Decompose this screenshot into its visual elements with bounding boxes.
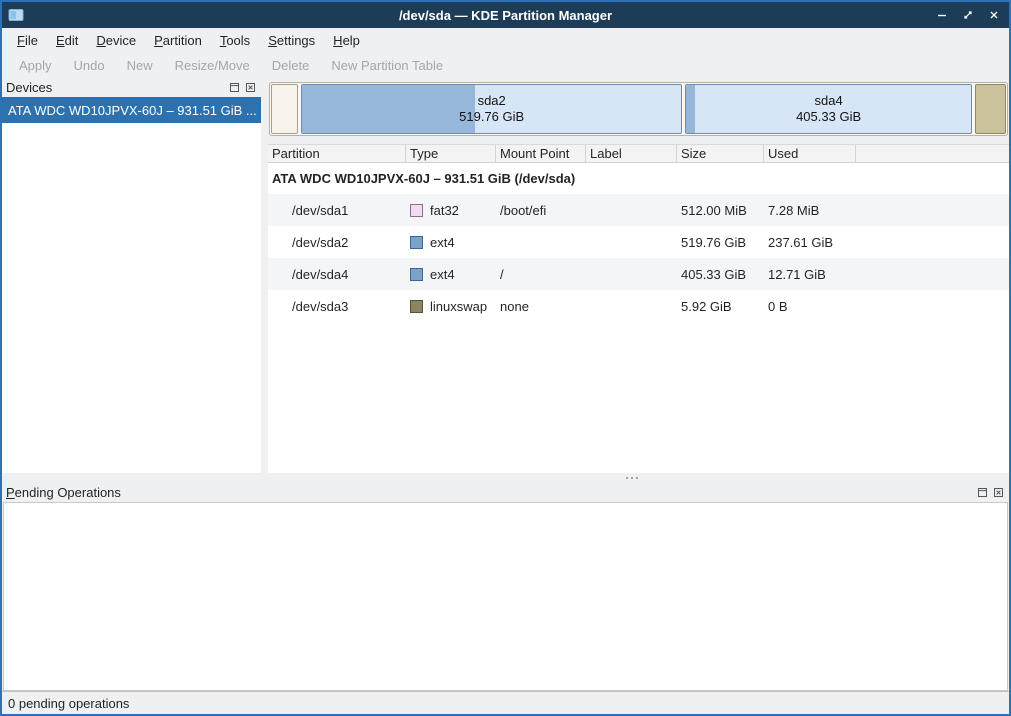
column-header-size[interactable]: Size xyxy=(677,145,764,162)
cell-partition: /dev/sda4 xyxy=(268,267,406,282)
pending-panel-buttons xyxy=(976,486,1005,499)
column-header-label[interactable]: Label xyxy=(586,145,677,162)
horizontal-splitter[interactable] xyxy=(2,473,1009,483)
column-header-filler xyxy=(856,145,1009,162)
devices-panel-header: Devices xyxy=(2,78,261,97)
fstype-swatch-icon xyxy=(410,268,423,281)
new-partition-table-button[interactable]: New Partition Table xyxy=(320,54,454,77)
pending-panel-title: Pending Operations xyxy=(6,485,121,500)
float-panel-icon[interactable] xyxy=(976,486,989,499)
pending-operations-list xyxy=(3,502,1008,691)
devices-panel-buttons xyxy=(228,81,257,94)
apply-button[interactable]: Apply xyxy=(8,54,63,77)
cell-size: 5.92 GiB xyxy=(677,299,764,314)
segment-label: sda4 405.33 GiB xyxy=(686,85,971,133)
fstype-swatch-icon xyxy=(410,204,423,217)
column-header-mount-point[interactable]: Mount Point xyxy=(496,145,586,162)
menubar: File Edit Device Partition Tools Setting… xyxy=(2,28,1009,52)
cell-mount-point: /boot/efi xyxy=(496,203,586,218)
table-row[interactable]: /dev/sda4 ext4 / 405.33 GiB 12.71 GiB xyxy=(268,258,1009,290)
devices-panel: Devices ATA WDC WD10JPVX-60J – 931.51 Gi… xyxy=(2,78,261,473)
cell-used: 7.28 MiB xyxy=(764,203,856,218)
minimize-button[interactable] xyxy=(933,6,951,24)
close-button[interactable] xyxy=(985,6,1003,24)
partition-segment-sda3[interactable] xyxy=(975,84,1006,134)
cell-used: 0 B xyxy=(764,299,856,314)
fstype-swatch-icon xyxy=(410,236,423,249)
cell-used: 12.71 GiB xyxy=(764,267,856,282)
table-row[interactable]: /dev/sda2 ext4 519.76 GiB 237.61 GiB xyxy=(268,226,1009,258)
fstype-text: linuxswap xyxy=(430,299,487,314)
menu-partition[interactable]: Partition xyxy=(145,30,211,51)
toolbar: Apply Undo New Resize/Move Delete New Pa… xyxy=(2,52,1009,78)
cell-type: linuxswap xyxy=(406,299,496,314)
cell-size: 512.00 MiB xyxy=(677,203,764,218)
window-controls xyxy=(933,6,1003,24)
used-space-fill xyxy=(976,85,1005,133)
app-icon[interactable] xyxy=(8,7,24,23)
new-partition-button[interactable]: New xyxy=(116,54,164,77)
vertical-splitter[interactable] xyxy=(261,78,268,473)
cell-mount-point: none xyxy=(496,299,586,314)
menu-edit[interactable]: Edit xyxy=(47,30,87,51)
content-area: sda2 519.76 GiB sda4 405.33 GiB xyxy=(268,78,1009,473)
splitter-handle-icon xyxy=(626,477,628,479)
menu-device[interactable]: Device xyxy=(87,30,145,51)
devices-panel-title: Devices xyxy=(6,80,52,95)
cell-used: 237.61 GiB xyxy=(764,235,856,250)
device-group-row[interactable]: ATA WDC WD10JPVX-60J – 931.51 GiB (/dev/… xyxy=(268,163,1009,194)
used-space-fill xyxy=(302,85,475,133)
table-header: Partition Type Mount Point Label Size Us… xyxy=(268,144,1009,163)
column-header-type[interactable]: Type xyxy=(406,145,496,162)
resize-move-button[interactable]: Resize/Move xyxy=(164,54,261,77)
pending-operations-count: 0 pending operations xyxy=(8,696,129,711)
menu-file[interactable]: File xyxy=(8,30,47,51)
segment-name: sda4 xyxy=(815,93,843,109)
fstype-text: ext4 xyxy=(430,267,455,282)
cell-size: 519.76 GiB xyxy=(677,235,764,250)
pending-operations-panel: Pending Operations xyxy=(2,483,1009,691)
close-panel-icon[interactable] xyxy=(992,486,1005,499)
fstype-text: fat32 xyxy=(430,203,459,218)
column-header-partition[interactable]: Partition xyxy=(268,145,406,162)
fstype-text: ext4 xyxy=(430,235,455,250)
table-row[interactable]: /dev/sda3 linuxswap none 5.92 GiB 0 B xyxy=(268,290,1009,322)
window-title: /dev/sda — KDE Partition Manager xyxy=(2,8,1009,23)
cell-partition: /dev/sda3 xyxy=(268,299,406,314)
cell-partition: /dev/sda2 xyxy=(268,235,406,250)
titlebar[interactable]: /dev/sda — KDE Partition Manager xyxy=(2,2,1009,28)
used-space-fill xyxy=(686,85,695,133)
device-list: ATA WDC WD10JPVX-60J – 931.51 GiB ... xyxy=(2,97,261,473)
pending-panel-header: Pending Operations xyxy=(2,483,1009,502)
partition-table: Partition Type Mount Point Label Size Us… xyxy=(268,144,1009,473)
fstype-swatch-icon xyxy=(410,300,423,313)
segment-size: 405.33 GiB xyxy=(796,109,861,125)
undo-button[interactable]: Undo xyxy=(63,54,116,77)
partition-segment-sda1[interactable] xyxy=(271,84,298,134)
cell-partition: /dev/sda1 xyxy=(268,203,406,218)
partition-bar: sda2 519.76 GiB sda4 405.33 GiB xyxy=(269,82,1008,136)
menu-help[interactable]: Help xyxy=(324,30,369,51)
cell-type: fat32 xyxy=(406,203,496,218)
float-panel-icon[interactable] xyxy=(228,81,241,94)
column-header-used[interactable]: Used xyxy=(764,145,856,162)
statusbar: 0 pending operations xyxy=(2,691,1009,714)
main-area: Devices ATA WDC WD10JPVX-60J – 931.51 Gi… xyxy=(2,78,1009,473)
menu-settings[interactable]: Settings xyxy=(259,30,324,51)
cell-type: ext4 xyxy=(406,267,496,282)
segment-name: sda2 xyxy=(478,93,506,109)
partition-segment-sda2[interactable]: sda2 519.76 GiB xyxy=(301,84,682,134)
close-panel-icon[interactable] xyxy=(244,81,257,94)
cell-type: ext4 xyxy=(406,235,496,250)
maximize-button[interactable] xyxy=(959,6,977,24)
cell-mount-point: / xyxy=(496,267,586,282)
menu-tools[interactable]: Tools xyxy=(211,30,259,51)
partition-segment-sda4[interactable]: sda4 405.33 GiB xyxy=(685,84,972,134)
delete-button[interactable]: Delete xyxy=(261,54,321,77)
device-item[interactable]: ATA WDC WD10JPVX-60J – 931.51 GiB ... xyxy=(2,97,261,123)
cell-size: 405.33 GiB xyxy=(677,267,764,282)
app-window: /dev/sda — KDE Partition Manager File Ed… xyxy=(0,0,1011,716)
table-row[interactable]: /dev/sda1 fat32 /boot/efi 512.00 MiB 7.2… xyxy=(268,194,1009,226)
